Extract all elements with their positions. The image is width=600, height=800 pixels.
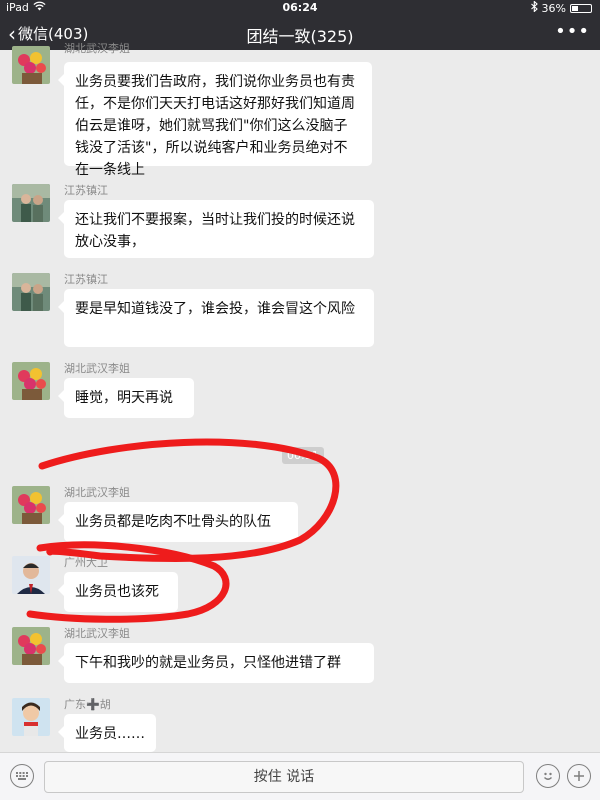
timestamp: 00:11 [282, 447, 324, 464]
avatar[interactable] [12, 698, 50, 736]
clock: 06:24 [282, 1, 318, 14]
avatar[interactable] [12, 273, 50, 311]
avatar[interactable] [12, 556, 50, 594]
status-bar: iPad 06:24 36% [0, 0, 600, 17]
sender-name: 广州大卫 [64, 556, 108, 569]
sender-name: 湖北武汉李姐 [64, 362, 130, 375]
more-icon[interactable]: ••• [555, 21, 590, 42]
message-bubble[interactable]: 业务员要我们告政府，我们说你业务员也有责任，不是你们天天打电话这好那好我们知道周… [58, 62, 372, 178]
message-bubble[interactable]: 下午和我吵的就是业务员，只怪他进错了群 [58, 643, 374, 683]
message-bubble[interactable]: 业务员都是吃肉不吐骨头的队伍 [58, 502, 298, 542]
sender-name: 江苏镇江 [64, 184, 108, 197]
message-bubble[interactable]: 还让我们不要报案，当时让我们投的时候还说放心没事， [58, 200, 374, 258]
battery-icon [570, 3, 592, 13]
message-bubble[interactable]: 业务员也该死 [58, 572, 178, 612]
message-bubble[interactable]: 业务员…… [58, 714, 156, 752]
battery-percent: 36% [541, 1, 566, 15]
avatar[interactable] [12, 184, 50, 222]
message-bubble[interactable]: 睡觉，明天再说 [58, 378, 194, 418]
hold-to-talk-button[interactable]: 按住 说话 [44, 761, 524, 793]
message-bubble[interactable]: 要是早知道钱没了，谁会投，谁会冒这个风险 [58, 289, 374, 347]
avatar[interactable] [12, 627, 50, 665]
sender-name: 湖北武汉李姐 [64, 627, 130, 640]
input-bar: 按住 说话 [0, 752, 600, 800]
sender-name: 广东➕胡 [64, 698, 111, 711]
bluetooth-icon [530, 0, 538, 15]
avatar[interactable] [12, 362, 50, 400]
emoji-icon[interactable] [536, 764, 560, 788]
voice-keyboard-toggle-icon[interactable] [10, 764, 34, 788]
sender-name: 湖北武汉李姐 [64, 486, 130, 499]
avatar[interactable] [12, 46, 50, 84]
plus-icon[interactable] [567, 764, 591, 788]
avatar[interactable] [12, 486, 50, 524]
sender-name: 湖北武汉李姐 [64, 42, 130, 55]
sender-name: 江苏镇江 [64, 273, 108, 286]
